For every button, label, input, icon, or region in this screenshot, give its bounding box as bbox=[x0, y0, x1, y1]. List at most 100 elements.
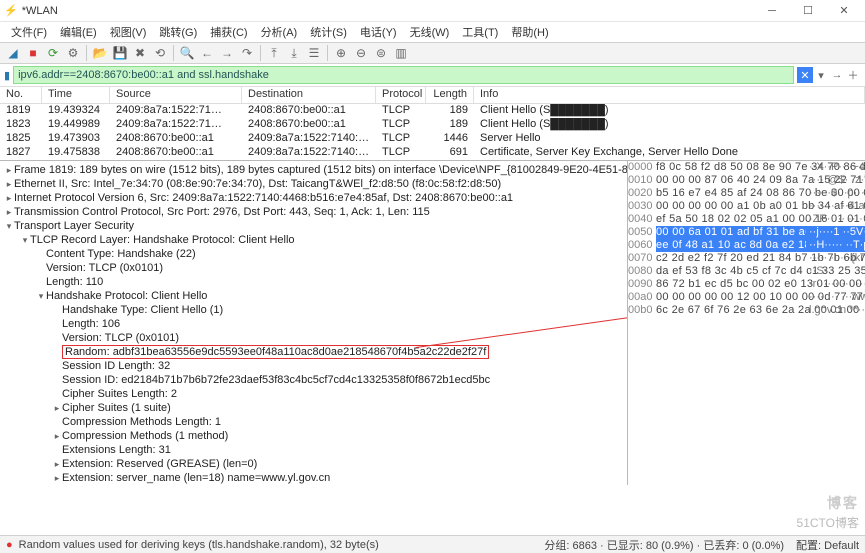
filter-add-icon[interactable]: ＋ bbox=[845, 67, 861, 83]
start-capture-icon[interactable]: ◢ bbox=[4, 44, 22, 62]
options-icon[interactable]: ⚙ bbox=[64, 44, 82, 62]
hdr-dst[interactable]: Destination bbox=[242, 87, 376, 103]
first-icon[interactable]: ⤒ bbox=[265, 44, 283, 62]
hdr-len[interactable]: Length bbox=[426, 87, 474, 103]
save-icon[interactable]: 💾 bbox=[111, 44, 129, 62]
error-icon: ● bbox=[6, 539, 13, 551]
restart-capture-icon[interactable]: ⟳ bbox=[44, 44, 62, 62]
watermark-cn: 博客 bbox=[827, 493, 859, 513]
tree-node[interactable]: Internet Protocol Version 6, Src: 2409:8… bbox=[0, 191, 627, 205]
filter-clear-icon[interactable]: ✕ bbox=[797, 67, 813, 83]
find-icon[interactable]: 🔍 bbox=[178, 44, 196, 62]
close-button[interactable]: ✕ bbox=[827, 1, 861, 21]
zoom-in-icon[interactable]: ⊕ bbox=[332, 44, 350, 62]
menu-view[interactable]: 视图(V) bbox=[105, 23, 152, 41]
zoom-reset-icon[interactable]: ⊜ bbox=[372, 44, 390, 62]
hdr-info[interactable]: Info bbox=[474, 87, 865, 103]
packet-bytes[interactable]: 0000f8 0c 58 f2 d8 50 08 8e 90 7e 34 70 … bbox=[627, 161, 865, 485]
packet-row[interactable]: 182719.4758382408:8670:be00::a12409:8a7a… bbox=[0, 146, 865, 160]
prev-icon[interactable]: ← bbox=[198, 44, 216, 62]
hex-row[interactable]: 005000 00 6a 01 01 ad bf 31 be a6 35 56 … bbox=[628, 226, 865, 239]
packet-row[interactable]: 181919.4393242409:8a7a:1522:71…2408:8670… bbox=[0, 104, 865, 118]
open-icon[interactable]: 📂 bbox=[91, 44, 109, 62]
filter-history-icon[interactable]: ▾ bbox=[813, 67, 829, 83]
tree-node[interactable]: Frame 1819: 189 bytes on wire (1512 bits… bbox=[0, 163, 627, 177]
packet-row[interactable]: 182519.4739032408:8670:be00::a12409:8a7a… bbox=[0, 132, 865, 146]
hex-row[interactable]: 0020b5 16 e7 e4 85 af 24 08 86 70 be 00 … bbox=[628, 187, 865, 200]
stop-capture-icon[interactable]: ■ bbox=[24, 44, 42, 62]
hex-row[interactable]: 0060ee 0f 48 a1 10 ac 8d 0a e2 18 54 86 … bbox=[628, 239, 865, 252]
status-left: Random values used for deriving keys (tl… bbox=[19, 539, 379, 551]
tree-node[interactable]: Handshake Type: Client Hello (1) bbox=[0, 303, 627, 317]
hex-row[interactable]: 003000 00 00 00 00 a1 0b a0 01 bb 34 af … bbox=[628, 200, 865, 213]
window-title: *WLAN bbox=[22, 5, 755, 17]
tree-node[interactable]: Length: 106 bbox=[0, 317, 627, 331]
auto-scroll-icon[interactable]: ☰ bbox=[305, 44, 323, 62]
tree-node[interactable]: Length: 110 bbox=[0, 275, 627, 289]
tree-node[interactable]: Extension: server_name (len=18) name=www… bbox=[0, 471, 627, 485]
hex-row[interactable]: 0080da ef 53 f8 3c 4b c5 cf 7c d4 c1 33 … bbox=[628, 265, 865, 278]
hdr-no[interactable]: No. bbox=[0, 87, 42, 103]
goto-icon[interactable]: ↷ bbox=[238, 44, 256, 62]
hex-row[interactable]: 0040ef 5a 50 18 02 02 05 a1 00 00 16 01 … bbox=[628, 213, 865, 226]
resize-cols-icon[interactable]: ▥ bbox=[392, 44, 410, 62]
tree-node[interactable]: Ethernet II, Src: Intel_7e:34:70 (08:8e:… bbox=[0, 177, 627, 191]
packet-details[interactable]: Frame 1819: 189 bytes on wire (1512 bits… bbox=[0, 161, 627, 485]
tree-node[interactable]: Version: TLCP (0x0101) bbox=[0, 331, 627, 345]
minimize-button[interactable]: ─ bbox=[755, 1, 789, 21]
hex-row[interactable]: 0000f8 0c 58 f2 d8 50 08 8e 90 7e 34 70 … bbox=[628, 161, 865, 174]
menu-stats[interactable]: 统计(S) bbox=[305, 23, 352, 41]
menu-help[interactable]: 帮助(H) bbox=[506, 23, 553, 41]
hdr-time[interactable]: Time bbox=[42, 87, 110, 103]
hex-row[interactable]: 0070c2 2d e2 f2 7f 20 ed 21 84 b7 1b 7b … bbox=[628, 252, 865, 265]
close-file-icon[interactable]: ✖ bbox=[131, 44, 149, 62]
tree-node[interactable]: Cipher Suites (1 suite) bbox=[0, 401, 627, 415]
tree-node[interactable]: Cipher Suites Length: 2 bbox=[0, 387, 627, 401]
tree-node[interactable]: Compression Methods Length: 1 bbox=[0, 415, 627, 429]
packet-row[interactable]: 182319.4499892409:8a7a:1522:71…2408:8670… bbox=[0, 118, 865, 132]
tree-node[interactable]: Random: adbf31bea63556e9dc5593ee0f48a110… bbox=[0, 345, 627, 359]
tree-node[interactable]: Extension: Reserved (GREASE) (len=0) bbox=[0, 457, 627, 471]
tree-node[interactable]: Transport Layer Security bbox=[0, 219, 627, 233]
menu-file[interactable]: 文件(F) bbox=[6, 23, 52, 41]
tree-node[interactable]: TLCP Record Layer: Handshake Protocol: C… bbox=[0, 233, 627, 247]
last-icon[interactable]: ⤓ bbox=[285, 44, 303, 62]
menu-go[interactable]: 跳转(G) bbox=[154, 23, 202, 41]
hdr-src[interactable]: Source bbox=[110, 87, 242, 103]
packet-list[interactable]: 181919.4393242409:8a7a:1522:71…2408:8670… bbox=[0, 104, 865, 160]
tree-node[interactable]: Compression Methods (1 method) bbox=[0, 429, 627, 443]
filter-bookmark-icon[interactable]: ▮ bbox=[4, 69, 10, 82]
menu-tools[interactable]: 工具(T) bbox=[457, 23, 503, 41]
tree-node[interactable]: Transmission Control Protocol, Src Port:… bbox=[0, 205, 627, 219]
reload-icon[interactable]: ⟲ bbox=[151, 44, 169, 62]
hex-row[interactable]: 009086 72 b1 ec d5 bc 00 02 e0 13 01 00 … bbox=[628, 278, 865, 291]
watermark: 51CTO博客 bbox=[797, 514, 859, 531]
display-filter-input[interactable]: ipv6.addr==2408:8670:be00::a1 and ssl.ha… bbox=[13, 66, 794, 84]
tree-node[interactable]: Session ID: ed2184b71b7b6b72fe23daef53f8… bbox=[0, 373, 627, 387]
menubar: 文件(F) 编辑(E) 视图(V) 跳转(G) 捕获(C) 分析(A) 统计(S… bbox=[0, 22, 865, 42]
hex-row[interactable]: 00a000 00 00 00 00 12 00 10 00 00 0d 77 … bbox=[628, 291, 865, 304]
tree-node[interactable]: Session ID Length: 32 bbox=[0, 359, 627, 373]
menu-capture[interactable]: 捕获(C) bbox=[205, 23, 252, 41]
hex-row[interactable]: 001000 00 00 87 06 40 24 09 8a 7a 15 22 … bbox=[628, 174, 865, 187]
menu-wireless[interactable]: 无线(W) bbox=[405, 23, 455, 41]
packet-list-header: No. Time Source Destination Protocol Len… bbox=[0, 86, 865, 104]
tree-node[interactable]: Extensions Length: 31 bbox=[0, 443, 627, 457]
tree-node[interactable]: Content Type: Handshake (22) bbox=[0, 247, 627, 261]
menu-telephony[interactable]: 电话(Y) bbox=[355, 23, 402, 41]
menu-edit[interactable]: 编辑(E) bbox=[55, 23, 102, 41]
titlebar: ⚡ *WLAN ─ ☐ ✕ bbox=[0, 0, 865, 22]
tree-node[interactable]: Version: TLCP (0x0101) bbox=[0, 261, 627, 275]
hex-row[interactable]: 00b06c 2e 67 6f 76 2e 63 6e 2a 2a 00 01 … bbox=[628, 304, 865, 317]
zoom-out-icon[interactable]: ⊖ bbox=[352, 44, 370, 62]
hdr-proto[interactable]: Protocol bbox=[376, 87, 426, 103]
tree-node[interactable]: Handshake Protocol: Client Hello bbox=[0, 289, 627, 303]
maximize-button[interactable]: ☐ bbox=[791, 1, 825, 21]
statusbar: ● Random values used for deriving keys (… bbox=[0, 535, 865, 553]
toolbar: ◢ ■ ⟳ ⚙ 📂 💾 ✖ ⟲ 🔍 ← → ↷ ⤒ ⤓ ☰ ⊕ ⊖ ⊜ ▥ bbox=[0, 42, 865, 64]
filter-apply-icon[interactable]: → bbox=[829, 67, 845, 83]
status-right: 分组: 6863 · 已显示: 80 (0.9%) · 已丢弃: 0 (0.0%… bbox=[544, 537, 784, 553]
menu-analyze[interactable]: 分析(A) bbox=[256, 23, 303, 41]
next-icon[interactable]: → bbox=[218, 44, 236, 62]
status-profile: 配置: Default bbox=[796, 537, 859, 553]
